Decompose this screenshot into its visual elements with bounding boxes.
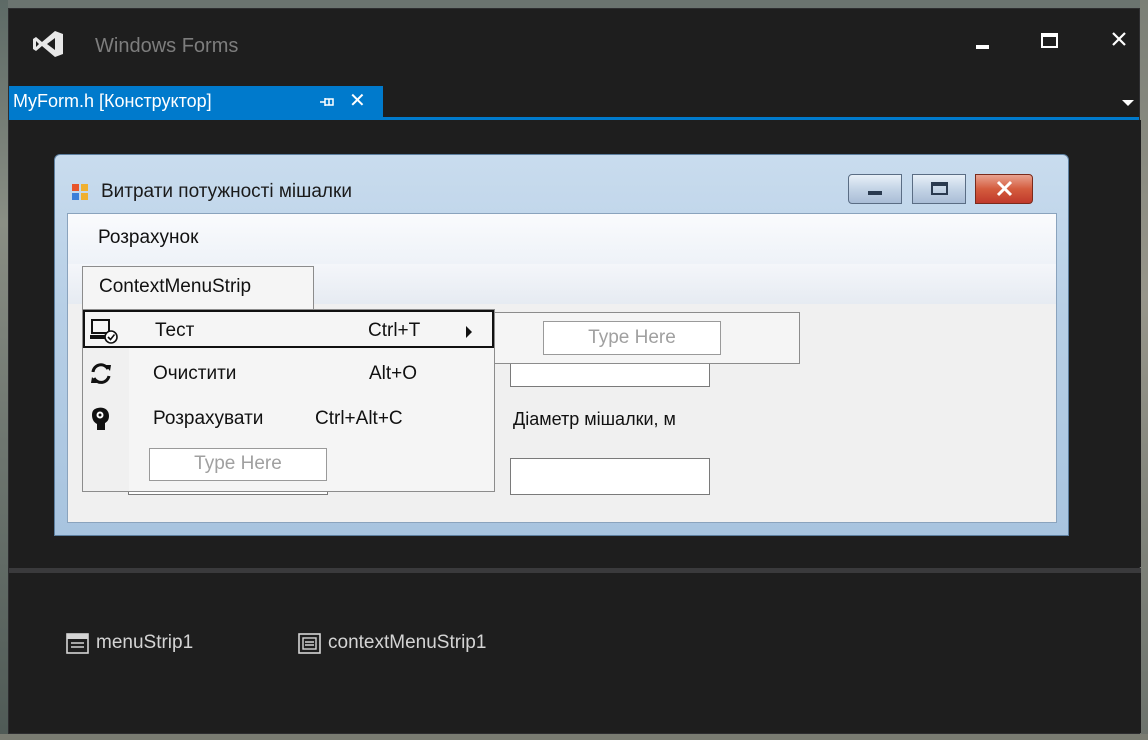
form-minimize-button[interactable] [848,174,902,204]
desktop-background-bottom [0,734,1148,740]
context-menu-strip-tab[interactable]: ContextMenuStrip [82,266,314,309]
form-restore-icon [931,182,948,195]
tray-label-contextmenustrip1: contextMenuStrip1 [328,632,487,653]
ide-window: Windows Forms MyForm.h [Конструктор] ✕ В… [8,8,1141,734]
context-menu-shortcut-rozrakhuvaty: Ctrl+Alt+C [315,408,403,429]
menustrip-icon [66,633,89,654]
close-button[interactable] [1105,25,1135,55]
menu-strip: Розрахунок [68,214,1056,264]
form-client-area: Розрахунок ContextMenuStrip Діаметр міша… [67,213,1057,523]
contextmenustrip-icon [298,633,321,654]
maximize-icon [1041,33,1058,48]
context-menu-item-ochystyty[interactable]: Очистити Alt+O [83,355,494,393]
visual-studio-logo-icon [33,31,63,57]
tab-label: MyForm.h [Конструктор] [13,91,212,111]
context-menu-shortcut-ochystyty: Alt+O [369,363,418,384]
minimize-icon [976,45,989,49]
form-preview: Витрати потужності мішалки Розрахунок Co… [54,154,1069,536]
form-title: Витрати потужності мішалки [101,181,352,202]
document-tab-strip: MyForm.h [Конструктор] ✕ [9,86,1139,120]
tray-label-menustrip1: menuStrip1 [96,632,194,653]
refresh-icon [91,363,111,384]
form-maximize-button[interactable] [912,174,966,204]
context-menu-shortcut-test: Ctrl+T [368,320,421,341]
form-app-icon [72,184,88,200]
designer-surface: Витрати потужності мішалки Розрахунок Co… [9,120,1141,567]
menu-item-rozrakhunok[interactable]: Розрахунок [98,227,198,249]
context-menu-type-here-input[interactable]: Type Here [149,448,327,481]
tab-overflow-chevron-down-icon[interactable] [1121,98,1135,108]
form-close-button[interactable] [975,174,1033,204]
app-title: Windows Forms [95,35,239,57]
context-menu-item-test[interactable]: Тест Ctrl+T [83,310,494,348]
context-menu-label-rozrakhuvaty: Розрахувати [153,408,264,429]
minimize-button[interactable] [969,25,999,55]
form-minimize-icon [868,191,882,195]
context-menu-label-test: Тест [155,320,195,341]
head-gear-icon [92,407,109,430]
context-menu-item-rozrakhuvaty[interactable]: Розрахувати Ctrl+Alt+C [83,400,494,438]
textbox-diameter[interactable] [510,458,710,495]
pin-icon[interactable] [319,95,337,109]
context-menu-label-ochystyty: Очистити [153,363,237,384]
maximize-button[interactable] [1036,25,1066,55]
desktop-background-left [0,0,8,740]
component-tray: menuStrip1 contextMenuStrip1 [9,573,1141,733]
submenu-dropdown: Type Here [494,312,800,364]
title-bar: Windows Forms [9,9,1139,79]
submenu-type-here-input[interactable]: Type Here [543,321,721,355]
form-close-icon [996,180,1013,197]
context-menu-dropdown: Тест Ctrl+T Очистити Alt+O Розрахувати C… [82,309,495,492]
desktop-background-right [1140,0,1148,740]
tab-close-icon[interactable]: ✕ [349,91,366,111]
tab-myform-designer[interactable]: MyForm.h [Конструктор] ✕ [9,86,383,117]
diameter-label: Діаметр мішалки, м [513,409,676,429]
computer-check-icon [90,319,118,344]
close-icon [1112,32,1126,46]
submenu-arrow-icon [466,326,472,338]
